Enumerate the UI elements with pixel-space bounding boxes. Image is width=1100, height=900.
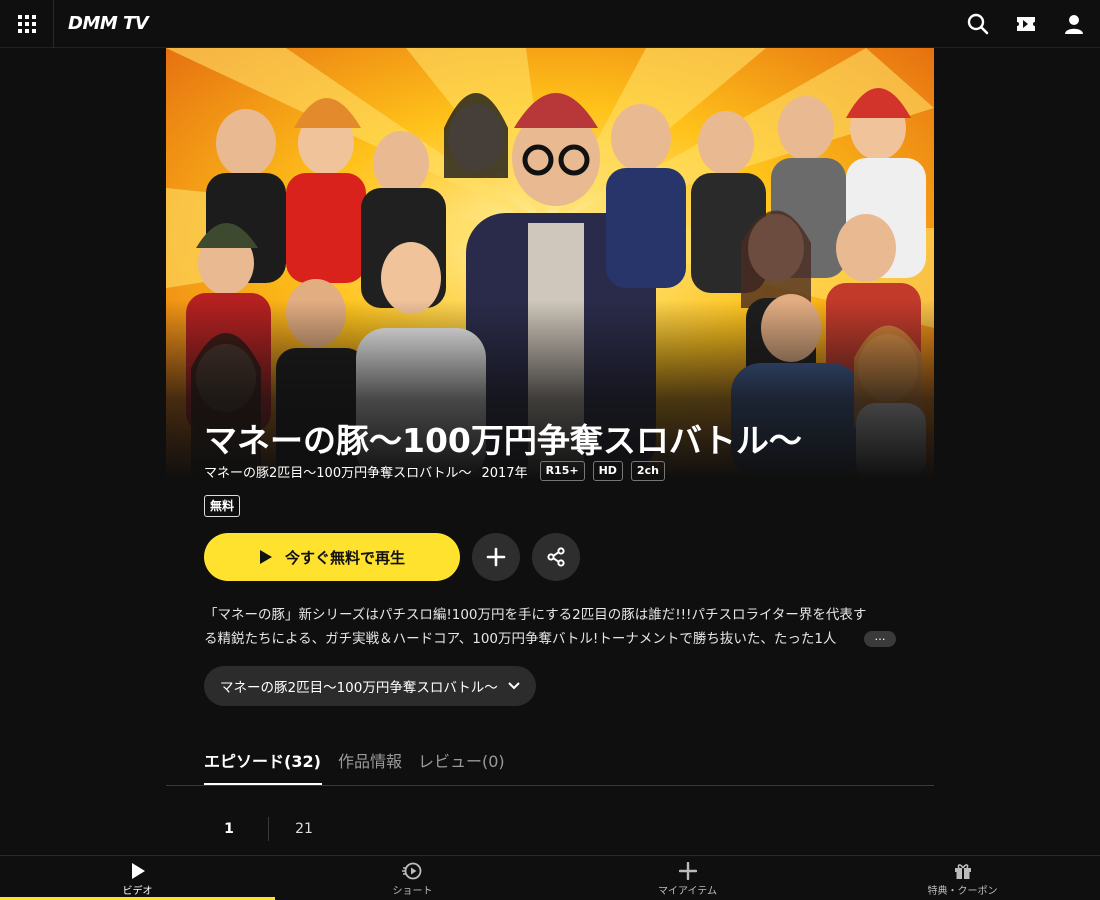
release-year: 2017年	[481, 465, 528, 481]
title-meta-row: マネーの豚2匹目〜100万円争奪スロバトル〜 2017年 R15+ HD 2ch	[204, 461, 665, 481]
nav-my-items-label: マイアイテム	[658, 886, 717, 897]
nav-video-label: ビデオ	[122, 886, 153, 897]
rating-badge: R15+	[539, 461, 585, 481]
season-select-value: マネーの豚2匹目〜100万円争奪スロバトル〜	[220, 680, 498, 696]
share-icon	[547, 547, 565, 567]
active-tab-indicator	[204, 783, 322, 785]
nav-video[interactable]: ビデオ	[0, 856, 275, 900]
apps-grid-icon[interactable]	[0, 0, 54, 48]
search-icon[interactable]	[966, 12, 990, 36]
nav-short-label: ショート	[392, 886, 433, 897]
chevron-down-icon	[508, 682, 520, 690]
share-button[interactable]	[532, 533, 580, 581]
play-now-label: 今すぐ無料で再生	[284, 548, 405, 567]
page-title: マネーの豚〜100万円争奪スロバトル〜	[204, 421, 802, 460]
pager-divider	[268, 817, 269, 841]
nav-perks-label: 特典・クーポン	[927, 886, 998, 897]
dmm-tv-logo[interactable]: DMM TV	[68, 13, 149, 34]
free-badge: 無料	[204, 495, 241, 517]
page-1-button[interactable]: 1	[204, 821, 254, 837]
top-header: DMM TV	[0, 0, 1100, 48]
series-name: マネーの豚2匹目〜100万円争奪スロバトル〜	[204, 465, 472, 481]
description: 「マネーの豚」新シリーズはパチスロ編!100万円を手にする2匹目の豚は誰だ!!!…	[204, 603, 900, 651]
play-icon	[131, 863, 145, 879]
gift-icon	[954, 864, 971, 879]
description-more-button[interactable]: …	[864, 631, 896, 647]
tab-work-info[interactable]: 作品情報	[338, 748, 402, 772]
tab-episodes[interactable]: エピソード(32)	[204, 748, 321, 772]
audio-badge: 2ch	[630, 461, 665, 481]
episode-pager: 1 21	[204, 816, 329, 842]
nav-my-items[interactable]: マイアイテム	[550, 856, 825, 900]
plus-icon	[486, 547, 506, 567]
play-now-button[interactable]: 今すぐ無料で再生	[204, 533, 460, 581]
description-line-1: 「マネーの豚」新シリーズはパチスロ編!100万円を手にする2匹目の豚は誰だ!!!…	[204, 607, 867, 623]
tab-reviews[interactable]: レビュー(0)	[418, 748, 505, 772]
season-select[interactable]: マネーの豚2匹目〜100万円争奪スロバトル〜	[204, 666, 536, 706]
add-to-list-button[interactable]	[472, 533, 520, 581]
short-video-icon	[401, 862, 421, 880]
page-21-button[interactable]: 21	[279, 821, 329, 837]
nav-perks-coupons[interactable]: 特典・クーポン	[825, 856, 1100, 900]
bottom-navigation: ビデオ ショート マイアイテム 特典・クーポン	[0, 855, 1100, 900]
play-icon	[259, 550, 272, 564]
quality-badge: HD	[592, 461, 623, 481]
content-tabs: エピソード(32) 作品情報 レビュー(0)	[166, 740, 934, 786]
plus-icon	[678, 862, 697, 880]
user-icon[interactable]	[1062, 12, 1086, 36]
description-line-2: る精鋭たちによる、ガチ実戦＆ハードコア、100万円争奪バトル!トーナメントで勝ち…	[204, 631, 837, 647]
nav-short[interactable]: ショート	[275, 856, 550, 900]
ticket-icon[interactable]	[1014, 12, 1038, 36]
